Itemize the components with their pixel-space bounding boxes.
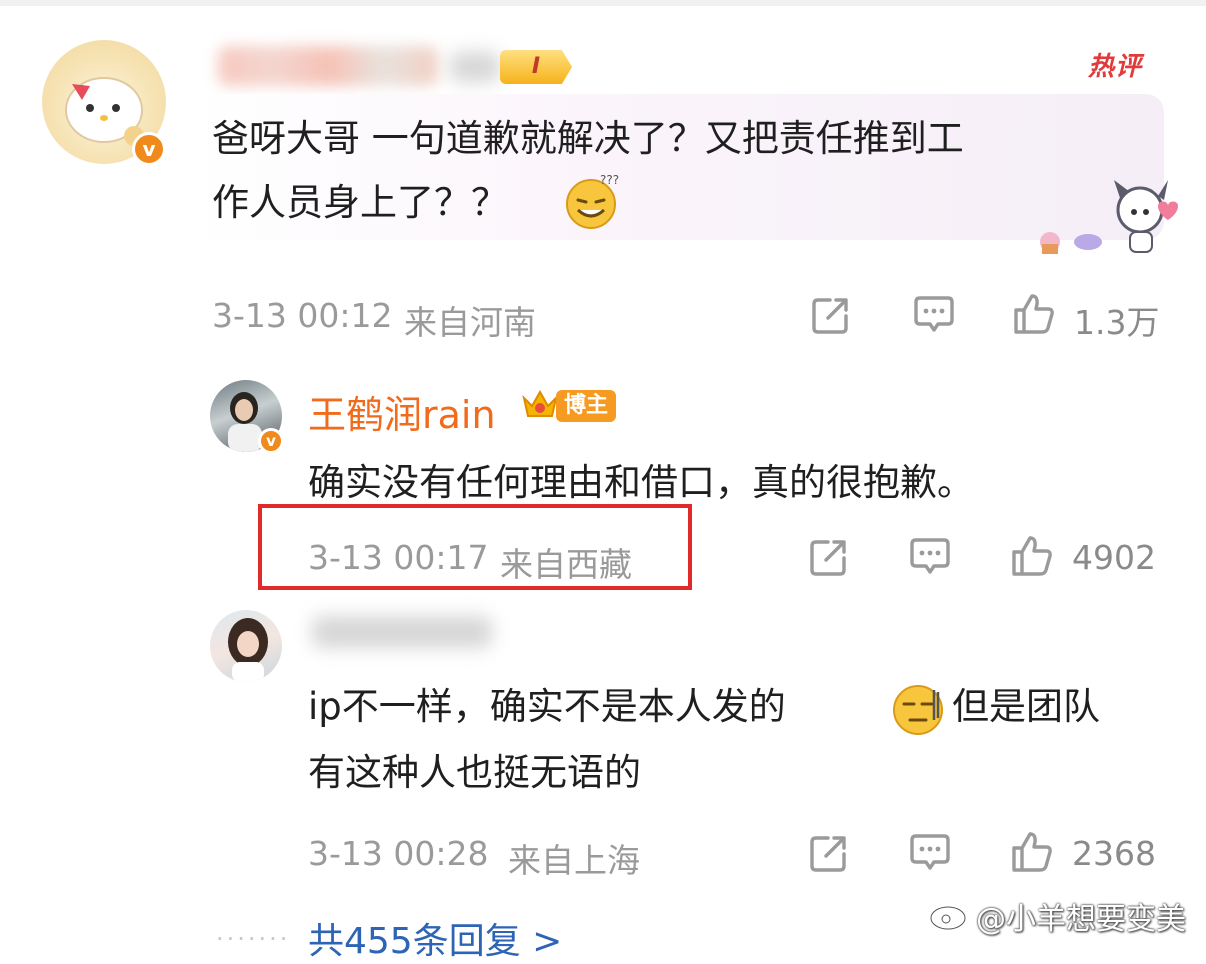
replier-name-blurred[interactable] [312,616,492,648]
divider-dots: ....... [216,918,291,946]
like-count: 1.3万 [1074,303,1160,342]
comment-icon[interactable] [908,536,952,578]
reply-timestamp: 3-13 00:17 [308,538,489,577]
speechless-emoji-icon [890,680,948,738]
comment-text-line-1: 爸呀大哥 一句道歉就解决了？又把责任推到工 [212,117,964,160]
comment-icon[interactable] [912,294,956,336]
thumbs-up-icon[interactable] [1010,534,1054,578]
weibo-logo-icon [928,894,974,932]
share-icon[interactable] [808,536,850,578]
like-count: 2368 [1072,834,1156,873]
reply2-text-line-1a: ip不一样，确实不是本人发的 [308,685,786,728]
comment-location: 来自河南 [404,303,536,342]
grin-sweat-emoji-icon: ??? [562,172,620,230]
svg-text:???: ??? [600,173,619,187]
commenter-name-blurred[interactable] [218,46,438,86]
thumbs-up-icon[interactable] [1010,830,1054,874]
author-name[interactable]: 王鹤润rain [308,384,496,439]
reply2-location: 来自上海 [508,841,640,880]
replier-avatar[interactable] [210,610,282,682]
watermark: @小羊想要变美 [976,902,1186,937]
reply2-timestamp: 3-13 00:28 [308,834,489,873]
reply-location: 来自西藏 [500,545,632,584]
more-replies-link[interactable]: 共455条回复 > [308,912,562,964]
reply2-text-line-1b: 但是团队 [952,685,1100,728]
host-badge: 博主 [556,390,617,422]
crown-icon [520,384,560,424]
share-icon[interactable] [808,832,850,874]
like-count: 4902 [1072,538,1156,577]
comment-text-line-2: 作人员身上了？？ [212,181,508,224]
verified-badge-icon: v [132,132,166,166]
commenter-extra-blurred [450,52,500,82]
reply2-text-line-2: 有这种人也挺无语的 [308,751,641,794]
bubble-decoration-character [1030,176,1190,260]
top-divider [0,0,1206,6]
replier-photo [228,618,268,682]
verified-badge-icon: v [258,428,284,454]
comment-icon[interactable] [908,832,952,874]
share-icon[interactable] [810,294,852,336]
user-level-badge: I [500,50,572,84]
thumbs-up-icon[interactable] [1012,292,1056,336]
hot-comment-tag: 热评 [1088,52,1143,82]
comment-timestamp: 3-13 00:12 [212,296,393,335]
